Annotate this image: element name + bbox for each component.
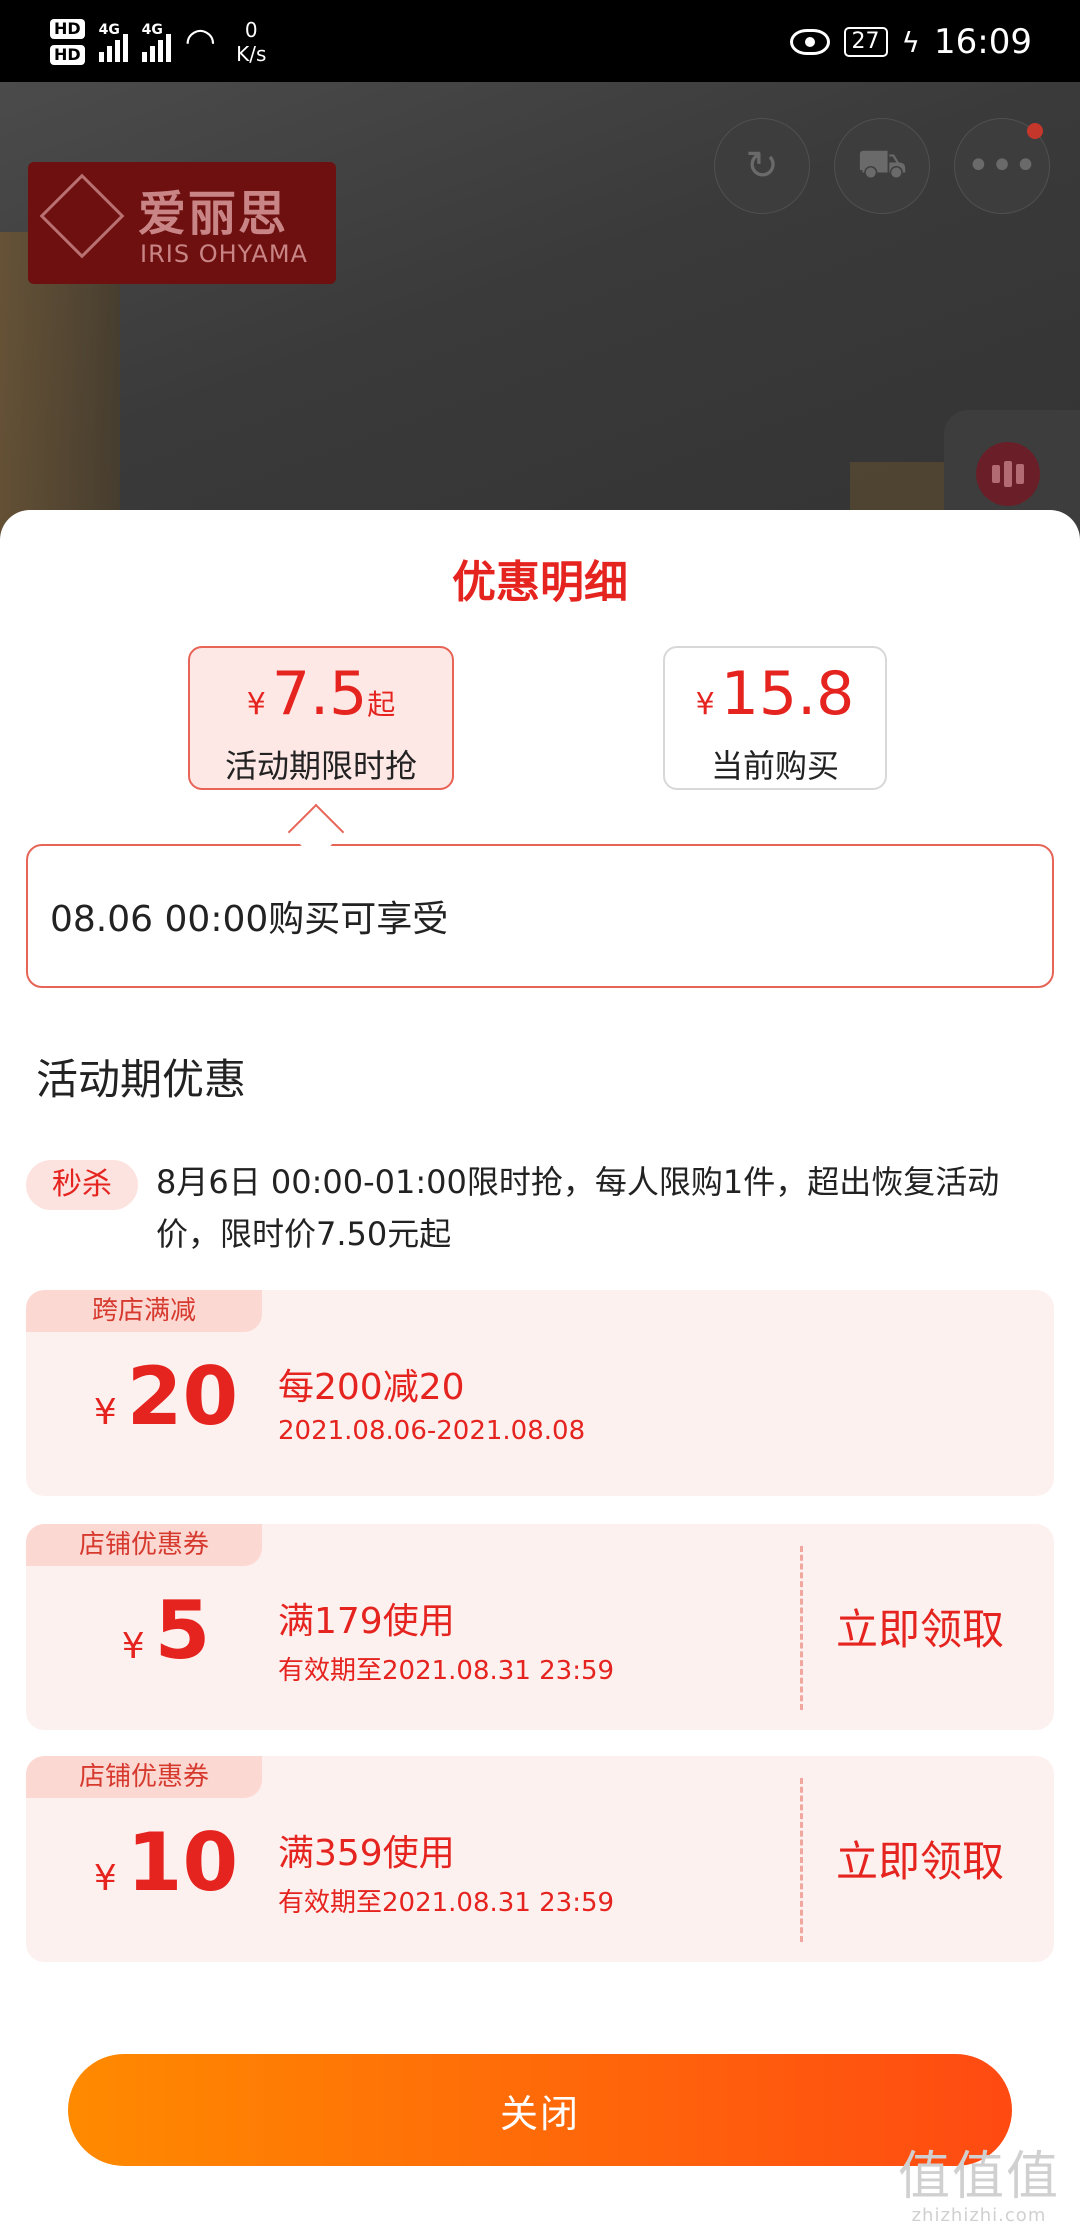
- currency-symbol: ¥: [246, 687, 266, 722]
- card-condition: 每200减20: [278, 1367, 465, 1408]
- card-condition: 满179使用: [278, 1601, 455, 1642]
- card-divider: [800, 1546, 803, 1710]
- claim-coupon-button[interactable]: 立即领取: [836, 1828, 1004, 1889]
- price-value: 15.8: [720, 659, 855, 729]
- speed-unit: K/s: [236, 42, 267, 66]
- claim-coupon-button[interactable]: 立即领取: [836, 1596, 1004, 1657]
- brand-name-en: IRIS OHYAMA: [140, 240, 308, 268]
- currency-symbol: ¥: [121, 1626, 145, 1667]
- more-icon: •••: [966, 143, 1038, 189]
- brand-name-cn: 爱丽思: [138, 186, 289, 242]
- card-validity: 2021.08.06-2021.08.08: [278, 1416, 586, 1446]
- discount-detail-sheet: 优惠明细 ¥7.5起 活动期限时抢 ¥15.8 当前购买 08.06 00:00…: [0, 510, 1080, 2240]
- battery-icon: 27: [843, 27, 888, 57]
- network-type-2: 4G: [141, 22, 163, 38]
- more-button[interactable]: •••: [954, 118, 1050, 214]
- hd-badge-2: HD: [50, 45, 85, 65]
- network-type-1: 4G: [98, 22, 120, 38]
- brand-mark-icon: [39, 173, 125, 259]
- hd-badge-1: HD: [50, 19, 85, 39]
- currency-symbol: ¥: [695, 687, 715, 722]
- close-button[interactable]: 关闭: [68, 2054, 1012, 2166]
- card-validity: 有效期至2021.08.31 23:59: [278, 1656, 615, 1686]
- card-amount: ¥ 20: [76, 1350, 256, 1460]
- purchase-info-box: 08.06 00:00购买可享受: [26, 844, 1054, 988]
- amount-value: 5: [154, 1584, 211, 1677]
- store-coupon-card: 店铺优惠券 ¥ 5 满179使用 有效期至2021.08.31 23:59 立即…: [26, 1524, 1054, 1730]
- price-suffix: 起: [367, 688, 396, 721]
- stats-icon: [976, 442, 1040, 506]
- tab-price: ¥15.8: [665, 660, 885, 739]
- flash-sale-tag: 秒杀: [26, 1160, 138, 1210]
- share-button[interactable]: ↻: [714, 118, 810, 214]
- card-validity: 有效期至2021.08.31 23:59: [278, 1888, 615, 1918]
- tab-label: 活动期限时抢: [224, 747, 417, 785]
- cart-button[interactable]: ⛟: [834, 118, 930, 214]
- store-coupon-card: 店铺优惠券 ¥ 10 满359使用 有效期至2021.08.31 23:59 立…: [26, 1756, 1054, 1962]
- cart-icon: ⛟: [856, 140, 908, 187]
- amount-value: 10: [126, 1816, 239, 1909]
- section-title: 活动期优惠: [36, 1055, 247, 1104]
- currency-symbol: ¥: [93, 1858, 117, 1899]
- watermark-url: zhizhizhi.com: [911, 2205, 1047, 2226]
- eye-comfort-icon: [789, 29, 830, 55]
- card-divider: [800, 1778, 803, 1942]
- status-bar: HD HD 4G 4G ◠ 0 K/s 27 ϟ 16:09: [0, 0, 1080, 82]
- cellular-signal-icon-2: 4G: [141, 22, 171, 62]
- tab-label: 当前购买: [710, 747, 839, 785]
- amount-value: 20: [126, 1350, 239, 1443]
- card-amount: ¥ 5: [76, 1584, 256, 1694]
- cellular-signal-icon-1: 4G: [98, 22, 128, 62]
- currency-symbol: ¥: [93, 1392, 117, 1433]
- tab-current-price[interactable]: ¥15.8 当前购买: [663, 646, 887, 790]
- tab-price: ¥7.5起: [190, 660, 452, 739]
- purchase-info-text: 08.06 00:00购买可享受: [50, 899, 449, 940]
- card-amount: ¥ 10: [76, 1816, 256, 1926]
- watermark: 值值值 zhizhizhi.com: [898, 2149, 1060, 2226]
- charging-icon: ϟ: [901, 25, 921, 59]
- card-condition: 满359使用: [278, 1833, 455, 1874]
- brand-logo: 爱丽思 IRIS OHYAMA: [28, 162, 336, 284]
- tab-activity-price[interactable]: ¥7.5起 活动期限时抢: [188, 646, 454, 790]
- wifi-icon: ◠: [184, 21, 217, 62]
- speed-value: 0: [244, 18, 258, 42]
- card-tag: 跨店满减: [26, 1290, 262, 1332]
- price-value: 7.5: [271, 659, 368, 729]
- network-speed: 0 K/s: [236, 18, 266, 66]
- watermark-logo: 值值值: [897, 2147, 1060, 2207]
- status-right: 27 ϟ 16:09: [789, 14, 1032, 70]
- sheet-title: 优惠明细: [452, 557, 628, 608]
- card-tag: 店铺优惠券: [26, 1524, 262, 1566]
- status-left: HD HD 4G 4G ◠ 0 K/s: [50, 12, 266, 72]
- card-tag: 店铺优惠券: [26, 1756, 262, 1798]
- notification-dot: [1027, 123, 1043, 139]
- share-icon: ↻: [745, 143, 779, 189]
- hd-indicators: HD HD: [50, 19, 85, 65]
- cross-store-discount-card: 跨店满减 ¥ 20 每200减20 2021.08.06-2021.08.08: [26, 1290, 1054, 1496]
- flash-sale-text: 8月6日 00:00-01:00限时抢，每人限购1件，超出恢复活动价，限时价7.…: [156, 1163, 1000, 1253]
- clock: 16:09: [934, 22, 1032, 62]
